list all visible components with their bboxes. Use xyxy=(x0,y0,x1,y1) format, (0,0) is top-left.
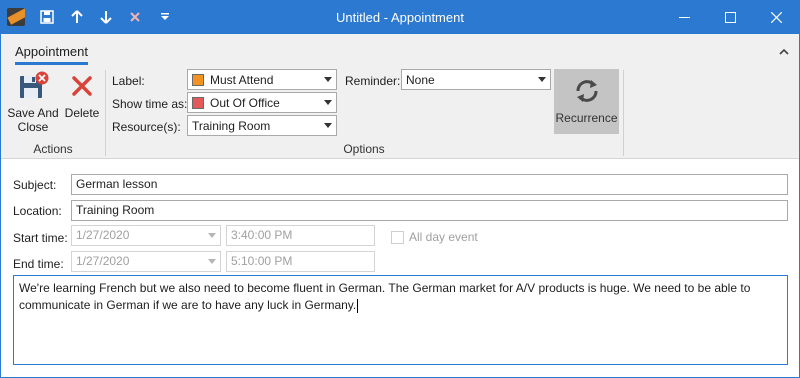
save-and-close-label-line2: Close xyxy=(17,120,49,134)
qat-save-button[interactable] xyxy=(37,7,57,27)
save-and-close-label-line1: Save And xyxy=(7,106,59,120)
delete-icon xyxy=(72,76,92,96)
chevron-down-icon xyxy=(204,252,220,271)
qat-move-up-button[interactable] xyxy=(67,7,87,27)
show-time-value: Out Of Office xyxy=(210,95,280,110)
qat-customize-button[interactable] xyxy=(155,7,175,27)
reminder-caption: Reminder: xyxy=(345,74,401,88)
start-date-picker[interactable]: 1/27/2020 xyxy=(71,225,221,246)
end-date-picker[interactable]: 1/27/2020 xyxy=(71,251,221,272)
label-value: Must Attend xyxy=(210,72,274,87)
location-input[interactable]: Training Room xyxy=(71,200,788,221)
notes-textarea[interactable]: We're learning French but we also need t… xyxy=(13,275,788,365)
minimize-button[interactable] xyxy=(661,1,707,34)
arrow-down-icon xyxy=(100,11,112,24)
notes-text: We're learning French but we also need t… xyxy=(19,281,751,312)
resource-caption: Resource(s): xyxy=(112,120,181,134)
chevron-down-icon xyxy=(320,70,336,89)
options-group-label: Options xyxy=(343,142,385,156)
subject-input[interactable]: German lesson xyxy=(71,174,788,195)
resource-dropdown[interactable]: Training Room xyxy=(187,115,337,136)
chevron-down-icon xyxy=(320,116,336,135)
app-icon xyxy=(7,8,25,26)
qat-move-down-button[interactable] xyxy=(96,7,116,27)
save-and-close-icon xyxy=(20,71,49,98)
dropdown-arrow-icon xyxy=(161,13,169,20)
tab-appointment[interactable]: Appointment xyxy=(15,44,88,65)
delete-button[interactable]: Delete xyxy=(63,70,101,120)
reminder-value: None xyxy=(406,72,435,87)
end-date-value: 1/27/2020 xyxy=(76,254,130,268)
label-color-swatch xyxy=(192,73,204,86)
appointment-window: Untitled - Appointment Appointment Save … xyxy=(0,0,800,378)
close-window-button[interactable] xyxy=(753,1,799,34)
text-caret xyxy=(357,298,359,313)
recurrence-button[interactable]: Recurrence xyxy=(554,69,619,134)
recurrence-label: Recurrence xyxy=(555,111,618,125)
save-and-close-button[interactable]: Save And Close xyxy=(5,70,61,134)
close-icon xyxy=(770,12,782,23)
ribbon: Appointment Save And Close Delete Action… xyxy=(1,34,799,159)
reminder-dropdown[interactable]: None xyxy=(401,69,551,90)
label-dropdown[interactable]: Must Attend xyxy=(187,69,337,90)
all-day-checkbox-box xyxy=(391,230,404,244)
location-label: Location: xyxy=(13,204,62,218)
show-time-color-swatch xyxy=(192,96,204,109)
recurrence-icon xyxy=(576,80,597,102)
show-time-dropdown[interactable]: Out Of Office xyxy=(187,92,337,113)
title-bar: Untitled - Appointment xyxy=(1,1,799,34)
chevron-down-icon xyxy=(320,93,336,112)
label-caption: Label: xyxy=(112,74,145,88)
chevron-up-icon xyxy=(779,48,789,55)
group-separator xyxy=(623,70,624,156)
maximize-button[interactable] xyxy=(707,1,753,34)
resource-value: Training Room xyxy=(192,118,271,133)
start-time-input[interactable]: 3:40:00 PM xyxy=(226,225,375,246)
chevron-down-icon xyxy=(534,70,550,89)
actions-group-label: Actions xyxy=(33,142,73,156)
save-icon xyxy=(40,10,54,24)
start-time-label: Start time: xyxy=(13,231,68,245)
chevron-down-icon xyxy=(204,226,220,245)
show-time-caption: Show time as: xyxy=(112,97,188,111)
collapse-ribbon-button[interactable] xyxy=(777,44,791,58)
end-time-input[interactable]: 5:10:00 PM xyxy=(226,251,375,272)
arrow-up-icon xyxy=(71,10,83,23)
close-icon xyxy=(130,12,140,22)
subject-label: Subject: xyxy=(13,178,57,192)
delete-label: Delete xyxy=(64,106,100,120)
qat-delete-button[interactable] xyxy=(125,7,145,27)
all-day-label: All day event xyxy=(409,230,478,244)
start-date-value: 1/27/2020 xyxy=(76,228,130,242)
end-time-label: End time: xyxy=(13,257,64,271)
minimize-icon xyxy=(678,17,690,18)
all-day-checkbox[interactable]: All day event xyxy=(391,230,478,244)
maximize-icon xyxy=(724,12,736,23)
